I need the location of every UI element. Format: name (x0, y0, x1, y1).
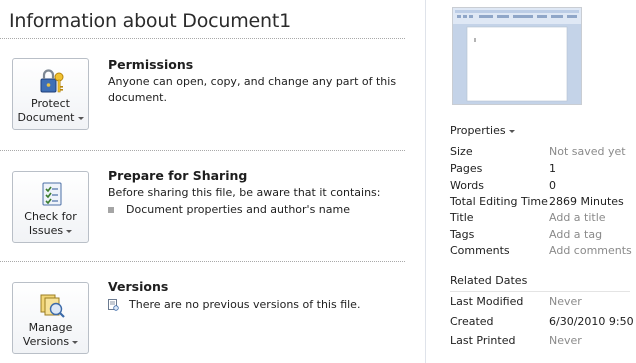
date-value-last-modified: Never (549, 295, 582, 308)
versions-title: Versions (108, 279, 169, 294)
date-label-created: Created (450, 315, 494, 328)
divider (0, 38, 405, 39)
properties-dropdown[interactable]: Properties (450, 124, 515, 137)
date-value-created: 6/30/2010 9:50 ... (549, 315, 636, 328)
manage-versions-button[interactable]: Manage Versions (12, 282, 89, 354)
page-title: Information about Document1 (9, 10, 292, 32)
check-for-issues-button[interactable]: Check for Issues (12, 171, 89, 243)
protect-document-button[interactable]: Protect Document (12, 58, 89, 130)
prop-value-pages: 1 (549, 162, 556, 175)
prop-value-size: Not saved yet (549, 145, 626, 158)
chevron-down-icon (508, 129, 515, 133)
info-main-pane: Information about Document1 Protect Docu… (0, 0, 425, 363)
versions-icon (40, 294, 65, 318)
document-version-icon (108, 299, 119, 311)
prop-label-title: Title (450, 211, 474, 224)
chevron-down-icon (66, 229, 73, 233)
prop-label-words: Words (450, 179, 485, 192)
prop-value-words: 0 (549, 179, 556, 192)
related-dates-heading: Related Dates (450, 274, 528, 287)
prop-label-editing-time: Total Editing Time (450, 195, 548, 208)
check-for-issues-label: Check for Issues (24, 210, 77, 237)
bullet-icon (108, 207, 114, 213)
manage-versions-label: Manage Versions (13, 321, 88, 349)
prop-value-comments-input[interactable]: Add comments (549, 244, 632, 257)
date-label-last-modified: Last Modified (450, 295, 524, 308)
permissions-title: Permissions (108, 57, 194, 72)
prop-value-tags-input[interactable]: Add a tag (549, 228, 602, 241)
permissions-description: Anyone can open, copy, and change any pa… (108, 75, 397, 104)
prop-label-pages: Pages (450, 162, 483, 175)
date-value-last-printed: Never (549, 334, 582, 347)
date-label-last-printed: Last Printed (450, 334, 516, 347)
divider (450, 291, 630, 292)
protect-document-label: Protect Document (13, 97, 88, 125)
lock-key-icon (40, 69, 64, 93)
prop-value-title-input[interactable]: Add a title (549, 211, 606, 224)
document-thumbnail[interactable] (452, 7, 582, 105)
chevron-down-icon (77, 116, 84, 120)
sharing-title: Prepare for Sharing (108, 168, 248, 183)
divider (0, 150, 405, 151)
document-preview-image (453, 8, 581, 104)
chevron-down-icon (72, 340, 79, 344)
sharing-description: Before sharing this file, be aware that … (108, 186, 381, 199)
prop-label-tags: Tags (450, 228, 475, 241)
checklist-icon (42, 182, 62, 206)
prop-label-comments: Comments (450, 244, 510, 257)
sharing-item: Document properties and author's name (108, 203, 350, 216)
prop-value-editing-time: 2869 Minutes (549, 195, 624, 208)
prop-label-size: Size (450, 145, 473, 158)
versions-item: There are no previous versions of this f… (108, 298, 360, 311)
divider (0, 261, 405, 262)
